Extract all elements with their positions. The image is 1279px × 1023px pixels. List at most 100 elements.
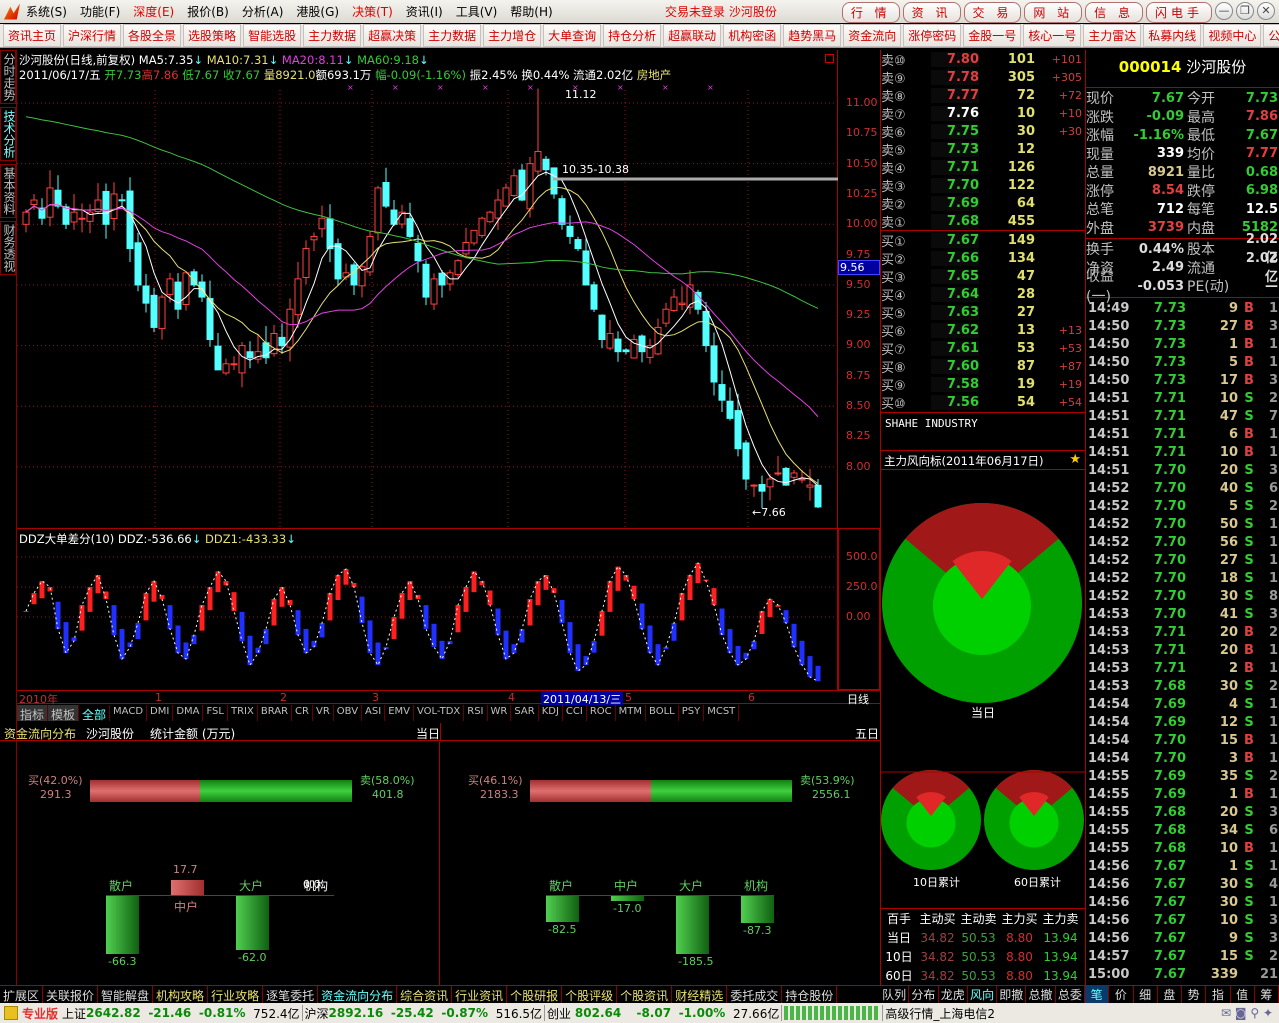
toolbar-button[interactable]: 选股策略 — [183, 24, 242, 47]
bottom-tab[interactable]: 关联报价 — [43, 986, 99, 1003]
vertical-tab[interactable]: 基本资料 — [0, 164, 16, 218]
order-book-row[interactable]: 买⑥ 7.62 13 +13 — [881, 321, 1085, 340]
indicator-tab[interactable]: CCI — [563, 705, 587, 721]
toolbar-button[interactable]: 智能选股 — [243, 24, 302, 47]
indicator-tab[interactable]: TRIX — [228, 705, 258, 721]
indicator-tab[interactable]: 指标 — [17, 705, 49, 722]
wind-tab[interactable]: 即撤 — [997, 986, 1027, 1003]
bottom-tab[interactable]: 资金流向分布 — [318, 986, 398, 1003]
menu-item[interactable]: 分析(A) — [242, 3, 284, 20]
indicator-tab[interactable]: OBV — [334, 705, 363, 721]
menu-item[interactable]: 决策(T) — [352, 3, 393, 20]
wind-tab[interactable]: 龙虎 — [939, 986, 968, 1003]
order-book-row[interactable]: 卖⑤ 7.73 12 — [881, 140, 1085, 159]
order-book-row[interactable]: 卖⑦ 7.76 10 +10 — [881, 104, 1085, 123]
bottom-tab[interactable]: 扩展区 — [0, 986, 44, 1003]
server-label[interactable]: 高级行情_上海电信2 — [885, 1005, 995, 1022]
restore-icon[interactable]: ❐ — [1236, 2, 1254, 20]
menu-item[interactable]: 资讯(I) — [406, 3, 443, 20]
bottom-tab[interactable]: 个股评级 — [562, 986, 618, 1003]
quote-tab[interactable]: 指 — [1206, 986, 1231, 1003]
toolbar-button[interactable]: 大单查询 — [543, 24, 602, 47]
order-book-row[interactable]: 买⑩ 7.56 54 +54 — [881, 393, 1085, 412]
bottom-tab[interactable]: 机构攻略 — [153, 986, 209, 1003]
top-nav-button[interactable]: 信 息 — [1085, 2, 1143, 23]
order-book-row[interactable]: 买⑦ 7.61 53 +53 — [881, 339, 1085, 358]
order-book-row[interactable]: 卖① 7.68 455 — [881, 212, 1085, 231]
minimize-icon[interactable]: — — [1215, 2, 1233, 20]
menu-item[interactable]: 深度(E) — [133, 3, 174, 20]
indicator-tab[interactable]: 模板 — [48, 705, 80, 722]
toolbar-button[interactable]: 机构密函 — [723, 24, 782, 47]
toolbar-button[interactable]: 资金流向 — [843, 24, 902, 47]
indicator-tab[interactable]: VR — [313, 705, 334, 721]
bottom-tab[interactable]: 综合资讯 — [397, 986, 453, 1003]
bottom-tab[interactable]: 财经精选 — [672, 986, 728, 1003]
toolbar-button[interactable]: 沪深行情 — [63, 24, 122, 47]
menu-item[interactable]: 功能(F) — [80, 3, 120, 20]
top-nav-button[interactable]: 网 站 — [1024, 2, 1083, 23]
top-nav-button[interactable]: 交 易 — [963, 2, 1022, 23]
menu-item[interactable]: 帮助(H) — [510, 3, 552, 20]
toolbar-button[interactable]: 各股全景 — [123, 24, 182, 47]
order-book-row[interactable]: 卖③ 7.70 122 — [881, 176, 1085, 195]
close-icon[interactable]: ✕ — [1257, 2, 1275, 20]
wind-tab[interactable]: 分布 — [909, 986, 939, 1003]
order-book-row[interactable]: 买② 7.66 134 — [881, 249, 1085, 268]
indicator-tab[interactable]: FSL — [203, 705, 228, 721]
order-book-row[interactable]: 卖⑨ 7.78 305 +305 — [881, 68, 1085, 87]
bottom-tab[interactable]: 个股资讯 — [617, 986, 673, 1003]
order-book-row[interactable]: 买④ 7.64 28 — [881, 285, 1085, 304]
edition-label[interactable]: 专业版 — [22, 1005, 58, 1022]
top-nav-button[interactable]: 闪电手 — [1145, 2, 1212, 23]
bottom-tab[interactable]: 智能解盘 — [98, 986, 154, 1003]
toolbar-button[interactable]: 超赢联动 — [663, 24, 722, 47]
order-book-row[interactable]: 卖⑩ 7.80 101 +101 — [881, 50, 1085, 69]
indicator-tab[interactable]: RSI — [464, 705, 488, 721]
top-nav-button[interactable]: 资 讯 — [902, 2, 961, 23]
bottom-tab[interactable]: 持仓股份 — [782, 986, 838, 1003]
bottom-tab[interactable]: 逐笔委托 — [263, 986, 319, 1003]
quote-tab[interactable]: 势 — [1182, 986, 1207, 1003]
toolbar-button[interactable]: 主力数据 — [303, 24, 362, 47]
wind-tab[interactable]: 风向 — [968, 986, 998, 1003]
toolbar-button[interactable]: 主力雷达 — [1083, 24, 1142, 47]
indicator-tab[interactable]: MCST — [704, 705, 740, 721]
vertical-tab[interactable]: 财务透视 — [0, 221, 16, 275]
wind-tab[interactable]: 总委 — [1056, 986, 1085, 1003]
indicator-tab[interactable]: VOL-TDX — [414, 705, 465, 721]
indicator-tab[interactable]: MACD — [110, 705, 148, 721]
toolbar-button[interactable]: 核心一号 — [1023, 24, 1082, 47]
indicator-tab[interactable]: EMV — [385, 705, 414, 721]
toolbar-button[interactable]: 主力数据 — [423, 24, 482, 47]
quote-tab[interactable]: 筹 — [1255, 986, 1279, 1003]
order-book-row[interactable]: 买③ 7.65 47 — [881, 267, 1085, 286]
indicator-tab[interactable]: DMA — [173, 705, 204, 721]
order-book-row[interactable]: 卖⑧ 7.77 72 +72 — [881, 86, 1085, 105]
quote-tab[interactable]: 细 — [1134, 986, 1158, 1003]
kline-chart-area[interactable]: 沙河股份(日线,前复权) MA5:7.35↓ MA10:7.31↓ MA20:8… — [17, 50, 838, 690]
indicator-tab[interactable]: ASI — [362, 705, 386, 721]
indicator-tab[interactable]: 全部 — [79, 705, 111, 722]
toolbar-button[interactable]: 公 — [1263, 24, 1279, 47]
wind-tab[interactable]: 总撤 — [1026, 986, 1056, 1003]
toolbar-button[interactable]: 私募内线 — [1143, 24, 1202, 47]
indicator-tab[interactable]: BOLL — [646, 705, 679, 721]
top-nav-button[interactable]: 行 情 — [841, 2, 900, 23]
indicator-tab[interactable]: KDJ — [539, 705, 563, 721]
bottom-tab[interactable]: 委托成交 — [727, 986, 783, 1003]
quote-tab[interactable]: 笔 — [1085, 986, 1110, 1003]
indicator-tab[interactable]: CR — [292, 705, 313, 721]
bottom-tab[interactable]: 行业资讯 — [452, 986, 508, 1003]
quote-tab[interactable]: 盘 — [1158, 986, 1182, 1003]
order-book-row[interactable]: 买⑤ 7.63 27 — [881, 303, 1085, 322]
toolbar-button[interactable]: 视频中心 — [1203, 24, 1262, 47]
menu-item[interactable]: 工具(V) — [456, 3, 498, 20]
vertical-tab[interactable]: 技术分析 — [0, 107, 16, 161]
menu-item[interactable]: 港股(G) — [296, 3, 339, 20]
order-book-row[interactable]: 买⑨ 7.58 19 +19 — [881, 375, 1085, 394]
indicator-tab[interactable]: ROC — [587, 705, 616, 721]
indicator-tab[interactable]: SAR — [511, 705, 539, 721]
toolbar-button[interactable]: 趋势黑马 — [783, 24, 842, 47]
menu-item[interactable]: 报价(B) — [187, 3, 229, 20]
